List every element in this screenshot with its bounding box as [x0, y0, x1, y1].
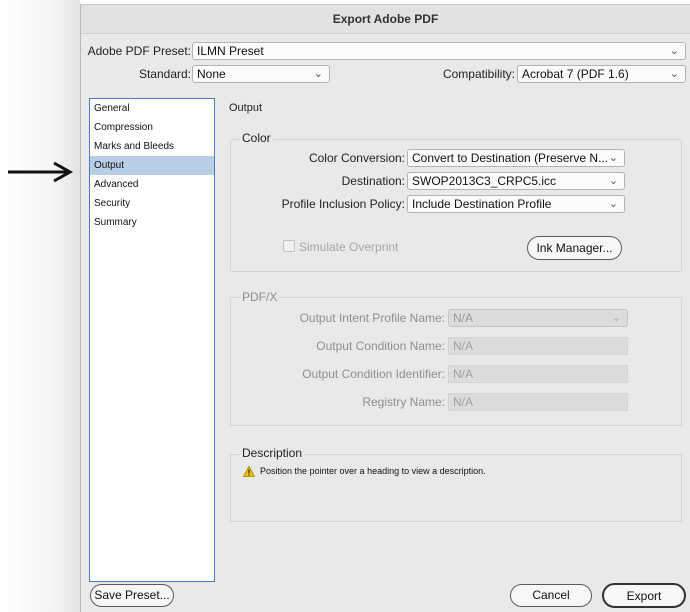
chevron-down-icon: ⌄	[611, 312, 621, 324]
intent-profile-select[interactable]: N/A ⌄	[448, 309, 628, 327]
color-conversion-select[interactable]: Convert to Destination (Preserve N... ⌄	[407, 149, 625, 167]
sidebar-item-marks-and-bleeds[interactable]: Marks and Bleeds	[90, 137, 214, 156]
chevron-down-icon: ⌄	[313, 68, 323, 80]
compatibility-value: Acrobat 7 (PDF 1.6)	[522, 67, 629, 81]
background-desktop	[0, 0, 80, 612]
save-preset-button[interactable]: Save Preset...	[90, 584, 174, 607]
checkbox-box	[283, 240, 295, 252]
export-pdf-dialog: Export Adobe PDF Adobe PDF Preset: ILMN …	[80, 4, 690, 612]
chevron-down-icon: ⌄	[669, 68, 679, 80]
registry-name-field[interactable]: N/A	[448, 393, 628, 411]
sidebar-item-security[interactable]: Security	[90, 194, 214, 213]
sidebar-item-output[interactable]: Output	[90, 156, 214, 175]
preset-value: ILMN Preset	[197, 44, 264, 58]
intent-profile-value: N/A	[453, 311, 474, 325]
standard-value: None	[197, 67, 226, 81]
simulate-overprint-label: Simulate Overprint	[299, 240, 399, 254]
preset-label: Adobe PDF Preset:	[87, 44, 191, 58]
compatibility-label: Compatibility:	[442, 67, 515, 81]
ink-manager-button[interactable]: Ink Manager...	[527, 236, 622, 260]
simulate-overprint-checkbox[interactable]: Simulate Overprint	[283, 240, 398, 254]
right-arrow-icon	[8, 161, 74, 183]
description-text: Position the pointer over a heading to v…	[260, 466, 486, 476]
description-group-title: Description	[240, 446, 305, 460]
destination-label: Destination:	[341, 174, 405, 188]
cancel-button[interactable]: Cancel	[510, 584, 592, 607]
sidebar-item-advanced[interactable]: Advanced	[90, 175, 214, 194]
condition-name-field[interactable]: N/A	[448, 337, 628, 355]
preset-select[interactable]: ILMN Preset ⌄	[192, 42, 686, 60]
standard-select[interactable]: None ⌄	[192, 65, 330, 83]
intent-profile-label: Output Intent Profile Name:	[299, 311, 445, 325]
chevron-down-icon: ⌄	[669, 45, 679, 57]
condition-name-label: Output Condition Name:	[316, 339, 445, 353]
profile-policy-label: Profile Inclusion Policy:	[281, 197, 405, 211]
pdfx-group-title: PDF/X	[240, 290, 280, 304]
condition-id-field[interactable]: N/A	[448, 365, 628, 383]
chevron-down-icon: ⌄	[608, 152, 618, 164]
warning-icon	[243, 466, 255, 477]
registry-name-label: Registry Name:	[362, 395, 445, 409]
destination-select[interactable]: SWOP2013C3_CRPC5.icc ⌄	[407, 172, 625, 190]
color-conversion-label: Color Conversion:	[308, 151, 405, 165]
sidebar-item-general[interactable]: General	[90, 99, 214, 118]
sidebar-item-compression[interactable]: Compression	[90, 118, 214, 137]
chevron-down-icon: ⌄	[608, 175, 618, 187]
description-group	[230, 454, 682, 522]
chevron-down-icon: ⌄	[608, 198, 618, 210]
window-title: Export Adobe PDF	[81, 5, 690, 34]
sidebar-item-summary[interactable]: Summary	[90, 213, 214, 232]
condition-id-label: Output Condition Identifier:	[302, 367, 445, 381]
destination-value: SWOP2013C3_CRPC5.icc	[412, 174, 557, 188]
profile-policy-value: Include Destination Profile	[412, 197, 552, 211]
category-list: General Compression Marks and Bleeds Out…	[89, 98, 215, 582]
export-button[interactable]: Export	[602, 583, 686, 608]
panel-title: Output	[229, 102, 263, 114]
profile-policy-select[interactable]: Include Destination Profile ⌄	[407, 195, 625, 213]
standard-label: Standard:	[138, 67, 191, 81]
color-conversion-value: Convert to Destination (Preserve N...	[412, 151, 609, 165]
compatibility-select[interactable]: Acrobat 7 (PDF 1.6) ⌄	[517, 65, 686, 83]
color-group-title: Color	[240, 131, 273, 145]
